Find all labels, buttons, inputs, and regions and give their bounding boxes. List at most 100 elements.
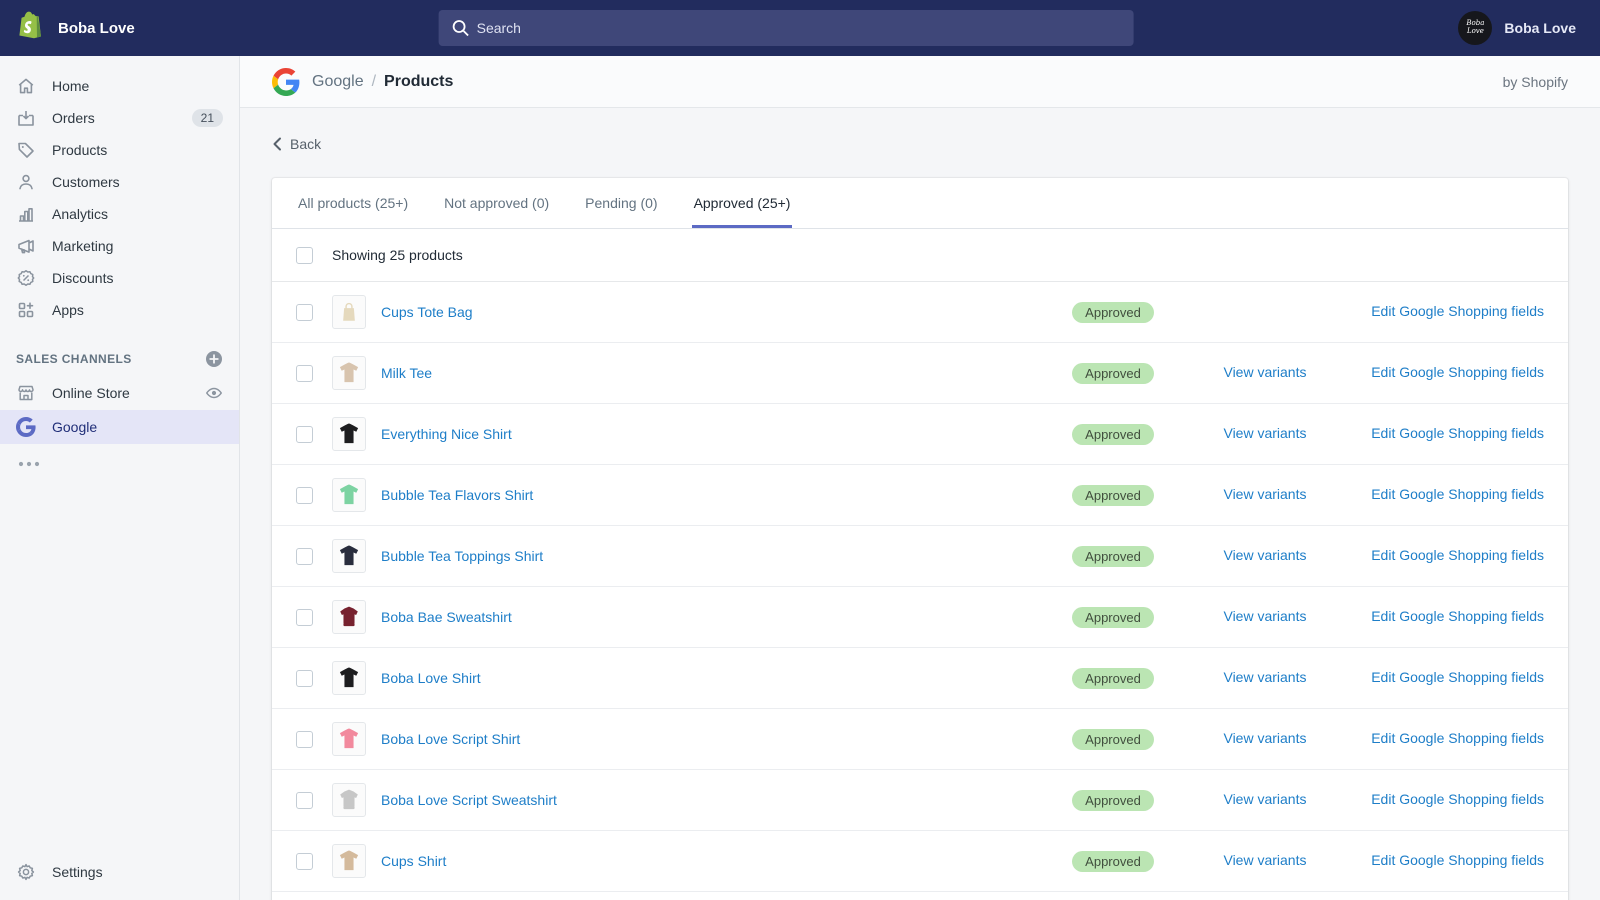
product-thumbnail [332,295,366,329]
tab-all-products[interactable]: All products (25+) [296,178,410,228]
variants-cell: View variants [1178,364,1352,382]
edit-google-shopping-link[interactable]: Edit Google Shopping fields [1371,486,1544,502]
topbar-store[interactable]: Boba Love [0,10,240,47]
sidebar-item-analytics[interactable]: Analytics [0,198,239,230]
product-link[interactable]: Boba Love Script Sweatshirt [381,792,557,808]
edit-cell: Edit Google Shopping fields [1352,852,1544,870]
product-thumbnail [332,539,366,573]
status-badge: Approved [1072,363,1154,384]
back-button[interactable]: Back [272,136,321,152]
product-thumbnail [332,661,366,695]
sidebar-item-label: Orders [52,110,95,126]
product-name-cell: Bubble Tea Toppings Shirt [313,539,1048,573]
edit-google-shopping-link[interactable]: Edit Google Shopping fields [1371,852,1544,868]
sidebar-item-customers[interactable]: Customers [0,166,239,198]
row-checkbox[interactable] [296,609,313,626]
row-checkbox[interactable] [296,365,313,382]
sidebar-channel-online-store[interactable]: Online Store [0,376,239,410]
row-checkbox[interactable] [296,792,313,809]
variants-cell: View variants [1178,547,1352,565]
sidebar-item-label: Marketing [52,238,113,254]
sidebar-item-products[interactable]: Products [0,134,239,166]
product-link[interactable]: Everything Nice Shirt [381,426,512,442]
row-checkbox[interactable] [296,548,313,565]
row-checkbox[interactable] [296,304,313,321]
sidebar-item-discounts[interactable]: Discounts [0,262,239,294]
product-name-cell: Boba Bae Sweatshirt [313,600,1048,634]
edit-google-shopping-link[interactable]: Edit Google Shopping fields [1371,425,1544,441]
search-input[interactable] [439,10,1134,46]
product-link[interactable]: Milk Tee [381,365,432,381]
sidebar-item-settings[interactable]: Settings [0,856,239,888]
table-row: Bubble Tea Flavors Shirt Approved View v… [272,465,1568,526]
eye-icon[interactable] [205,384,223,402]
breadcrumb-app[interactable]: Google [312,73,364,91]
product-link[interactable]: Boba Love Script Shirt [381,731,520,747]
channel-label: Google [52,419,97,435]
channel-label: Online Store [52,385,130,401]
edit-google-shopping-link[interactable]: Edit Google Shopping fields [1371,791,1544,807]
sidebar-item-home[interactable]: Home [0,70,239,102]
sales-channels-header: SALES CHANNELS [16,350,223,368]
product-link[interactable]: Cups Tote Bag [381,304,473,320]
row-checkbox[interactable] [296,426,313,443]
row-checkbox[interactable] [296,670,313,687]
add-channel-icon[interactable] [205,350,223,368]
discount-icon [16,268,36,288]
variants-cell: View variants [1178,852,1352,870]
byline: by Shopify [1503,74,1568,90]
more-channels-icon[interactable] [0,444,239,482]
edit-google-shopping-link[interactable]: Edit Google Shopping fields [1371,303,1544,319]
product-link[interactable]: Bubble Tea Flavors Shirt [381,487,533,503]
select-all-checkbox[interactable] [296,247,313,264]
row-checkbox[interactable] [296,731,313,748]
sidebar-item-marketing[interactable]: Marketing [0,230,239,262]
tab-not-approved[interactable]: Not approved (0) [442,178,551,228]
product-thumbnail [332,356,366,390]
status-cell: Approved [1048,790,1178,811]
product-link[interactable]: Cups Shirt [381,853,446,869]
edit-cell: Edit Google Shopping fields [1352,730,1544,748]
edit-google-shopping-link[interactable]: Edit Google Shopping fields [1371,608,1544,624]
status-cell: Approved [1048,546,1178,567]
product-thumbnail [332,417,366,451]
edit-google-shopping-link[interactable]: Edit Google Shopping fields [1371,669,1544,685]
breadcrumb-separator: / [372,73,376,91]
sidebar-item-apps[interactable]: Apps [0,294,239,326]
tab-pending[interactable]: Pending (0) [583,178,659,228]
row-checkbox[interactable] [296,853,313,870]
sidebar-channel-google[interactable]: Google [0,410,239,444]
analytics-icon [16,204,36,224]
row-checkbox[interactable] [296,487,313,504]
orders-icon [16,108,36,128]
view-variants-link[interactable]: View variants [1223,852,1306,868]
product-link[interactable]: Boba Love Shirt [381,670,481,686]
sidebar-item-label: Analytics [52,206,108,222]
back-label: Back [290,136,321,152]
breadcrumb: Google / Products by Shopify [240,56,1600,108]
sidebar-item-label: Apps [52,302,84,318]
topbar-account[interactable]: Boba Love Boba Love [1458,11,1600,45]
edit-cell: Edit Google Shopping fields [1352,791,1544,809]
tab-approved[interactable]: Approved (25+) [692,178,793,228]
view-variants-link[interactable]: View variants [1223,364,1306,380]
view-variants-link[interactable]: View variants [1223,608,1306,624]
view-variants-link[interactable]: View variants [1223,791,1306,807]
edit-google-shopping-link[interactable]: Edit Google Shopping fields [1371,364,1544,380]
view-variants-link[interactable]: View variants [1223,669,1306,685]
storefront-icon [16,383,36,403]
status-cell: Approved [1048,851,1178,872]
product-name-cell: Cups Shirt [313,844,1048,878]
view-variants-link[interactable]: View variants [1223,547,1306,563]
edit-google-shopping-link[interactable]: Edit Google Shopping fields [1371,730,1544,746]
variants-cell: View variants [1178,791,1352,809]
view-variants-link[interactable]: View variants [1223,425,1306,441]
product-link[interactable]: Boba Bae Sweatshirt [381,609,512,625]
edit-google-shopping-link[interactable]: Edit Google Shopping fields [1371,547,1544,563]
view-variants-link[interactable]: View variants [1223,486,1306,502]
view-variants-link[interactable]: View variants [1223,730,1306,746]
status-cell: Approved [1048,302,1178,323]
sidebar-item-orders[interactable]: Orders 21 [0,102,239,134]
product-link[interactable]: Bubble Tea Toppings Shirt [381,548,543,564]
product-name-cell: Boba Love Shirt [313,661,1048,695]
